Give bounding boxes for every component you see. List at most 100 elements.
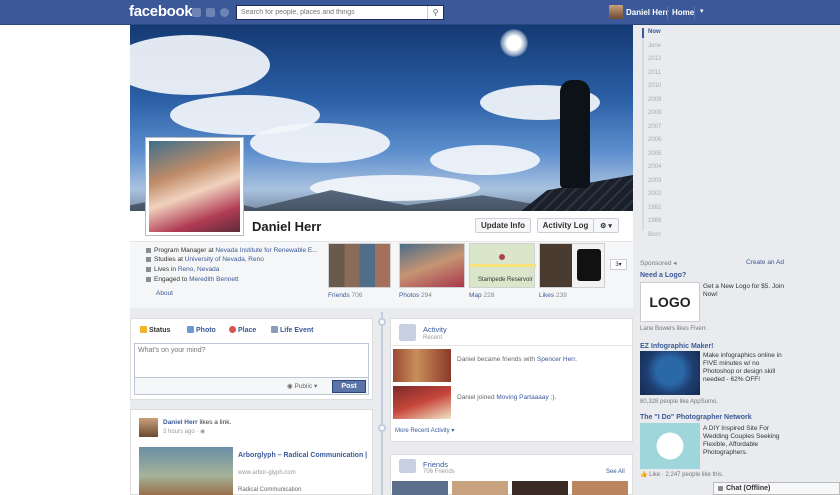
lives-link[interactable]: Reno, Nevada: [178, 266, 220, 273]
notifications-icon[interactable]: [220, 8, 229, 17]
gear-icon[interactable]: ⚙ ▾: [593, 218, 619, 233]
friends-tile[interactable]: [328, 243, 391, 288]
photos-tile-label[interactable]: Photos 294: [399, 292, 432, 299]
nav-home-link[interactable]: Home: [672, 8, 694, 17]
timeline-year-2003[interactable]: 2003: [648, 178, 661, 184]
timeline-year-2002[interactable]: 2002: [648, 191, 661, 197]
friends-box-count: 706 Friends: [423, 469, 455, 475]
friends-icon: [399, 459, 416, 473]
account-menu-chevron-down-icon[interactable]: ▾: [700, 7, 704, 15]
timeline-year-born[interactable]: Born: [648, 232, 661, 238]
likes-tile[interactable]: [539, 243, 605, 288]
story-author-link[interactable]: Daniel Herr: [163, 419, 198, 426]
nav-divider: [667, 6, 668, 19]
graduation-cap-icon: [146, 256, 151, 262]
map-tile[interactable]: Stampede Reservoir: [469, 243, 536, 288]
ad-title-infographic[interactable]: EZ Infographic Maker!: [640, 343, 714, 350]
create-ad-link[interactable]: Create an Ad: [746, 259, 784, 266]
friend-thumbnail[interactable]: [572, 481, 628, 495]
profile-picture[interactable]: [145, 137, 244, 236]
sponsored-label: Sponsored ◂: [640, 260, 677, 267]
nav-profile-link[interactable]: Daniel Herr: [626, 8, 669, 17]
composer-tab-status[interactable]: Status: [140, 326, 170, 334]
about-link[interactable]: About: [156, 290, 173, 297]
left-gutter: [0, 25, 130, 495]
timeline-year-2010[interactable]: 2010: [648, 83, 661, 89]
story-avatar[interactable]: [139, 418, 158, 437]
heart-icon: [146, 276, 151, 282]
profile-name[interactable]: Daniel Herr: [252, 219, 321, 234]
map-tile-label[interactable]: Map 228: [469, 292, 494, 299]
see-all-friends-link[interactable]: See All: [606, 469, 625, 475]
activity-friend-link[interactable]: Spencer Herr.: [537, 356, 577, 363]
timeline-year-2006[interactable]: 2006: [648, 137, 661, 143]
composer-tab-place[interactable]: Place: [229, 326, 256, 334]
globe-icon: ◉: [200, 429, 206, 435]
timeline-year-2008[interactable]: 2008: [648, 110, 661, 116]
timeline-year-june[interactable]: June: [648, 43, 661, 49]
composer-tab-life-event[interactable]: Life Event: [271, 326, 313, 334]
pencil-icon: [140, 326, 147, 333]
ad-title-photographer[interactable]: The "I Do" Photographer Network: [640, 414, 752, 421]
more-tiles-button[interactable]: 3▾: [610, 259, 627, 270]
friends-tile-label[interactable]: Friends 706: [328, 292, 362, 299]
timeline-year-now[interactable]: Now: [648, 29, 661, 35]
engaged-link[interactable]: Meredith Bennett: [189, 276, 239, 283]
story-timestamp[interactable]: 3 hours ago · ◉: [163, 428, 205, 435]
work-link[interactable]: Nevada Institute for Renewable E...: [215, 247, 317, 254]
link-preview-image[interactable]: [139, 447, 233, 495]
ad-image-photographer[interactable]: [640, 423, 700, 469]
friend-thumbnail[interactable]: [452, 481, 508, 495]
more-recent-activity-link[interactable]: More Recent Activity ▾: [395, 427, 454, 434]
messages-icon[interactable]: [206, 8, 215, 17]
activity-thumbnail[interactable]: [393, 386, 451, 419]
likes-tile-label[interactable]: Likes 239: [539, 292, 567, 299]
ad-text-logo: Get a New Logo for $5. Join Now!: [703, 283, 784, 298]
composer-tab-photo[interactable]: Photo: [187, 326, 216, 334]
status-textarea[interactable]: [135, 344, 368, 377]
ad-social-infographic: 80,328 people like AppSumo.: [640, 399, 719, 405]
life-event-icon: [271, 326, 278, 333]
search-box: ⚲: [236, 5, 444, 20]
map-pin-icon: [499, 254, 505, 260]
friend-requests-icon[interactable]: [192, 8, 201, 17]
photos-tile[interactable]: [399, 243, 465, 288]
timeline-year-2005[interactable]: 2005: [648, 151, 661, 157]
update-info-button[interactable]: Update Info: [475, 218, 531, 233]
ad-image-logo[interactable]: LOGO: [640, 282, 700, 322]
timeline-scrubber-track: [642, 28, 644, 231]
divider: [391, 345, 632, 346]
activity-thumbnail[interactable]: [393, 349, 451, 382]
ad-social-photographer[interactable]: 👍 Like · 2,247 people like this.: [640, 471, 724, 478]
friend-thumbnail[interactable]: [392, 481, 448, 495]
timeline-year-2009[interactable]: 2009: [648, 97, 661, 103]
ad-title-logo[interactable]: Need a Logo?: [640, 272, 686, 279]
friends-box-title[interactable]: Friends: [423, 460, 448, 469]
activity-subtitle: Recent: [423, 335, 443, 341]
nav-avatar[interactable]: [609, 5, 623, 19]
timeline-year-1992[interactable]: 1992: [648, 205, 661, 211]
activity-title[interactable]: Activity: [423, 325, 447, 334]
timeline-year-2011[interactable]: 2011: [648, 70, 661, 76]
chat-bar[interactable]: Chat (Offline): [713, 482, 840, 495]
timeline-year-2012[interactable]: 2012: [648, 56, 661, 62]
activity-group-link[interactable]: Moving Partaaaay :).: [496, 394, 556, 401]
activity-item-friends: Daniel became friends with Spencer Herr.: [457, 356, 577, 363]
home-icon: [146, 266, 151, 272]
friend-thumbnail[interactable]: [512, 481, 568, 495]
search-input[interactable]: [237, 6, 425, 19]
timeline-year-2007[interactable]: 2007: [648, 124, 661, 130]
link-preview-title[interactable]: Arborglyph – Radical Communication |: [238, 451, 368, 460]
megaphone-icon: ◂: [673, 260, 677, 267]
timeline-year-1988[interactable]: 1988: [648, 218, 661, 224]
search-icon[interactable]: ⚲: [427, 6, 443, 19]
post-button[interactable]: Post: [332, 380, 366, 393]
ad-image-infographic[interactable]: [640, 351, 700, 395]
activity-log-button[interactable]: Activity Log: [537, 218, 594, 233]
facebook-logo[interactable]: facebook: [129, 3, 193, 20]
place-pin-icon: [229, 326, 236, 333]
timeline-year-2004[interactable]: 2004: [648, 164, 661, 170]
privacy-selector[interactable]: ◉ Public ▾: [287, 382, 317, 390]
activity-icon: [399, 324, 416, 341]
studies-link[interactable]: University of Nevada, Reno: [185, 256, 264, 263]
